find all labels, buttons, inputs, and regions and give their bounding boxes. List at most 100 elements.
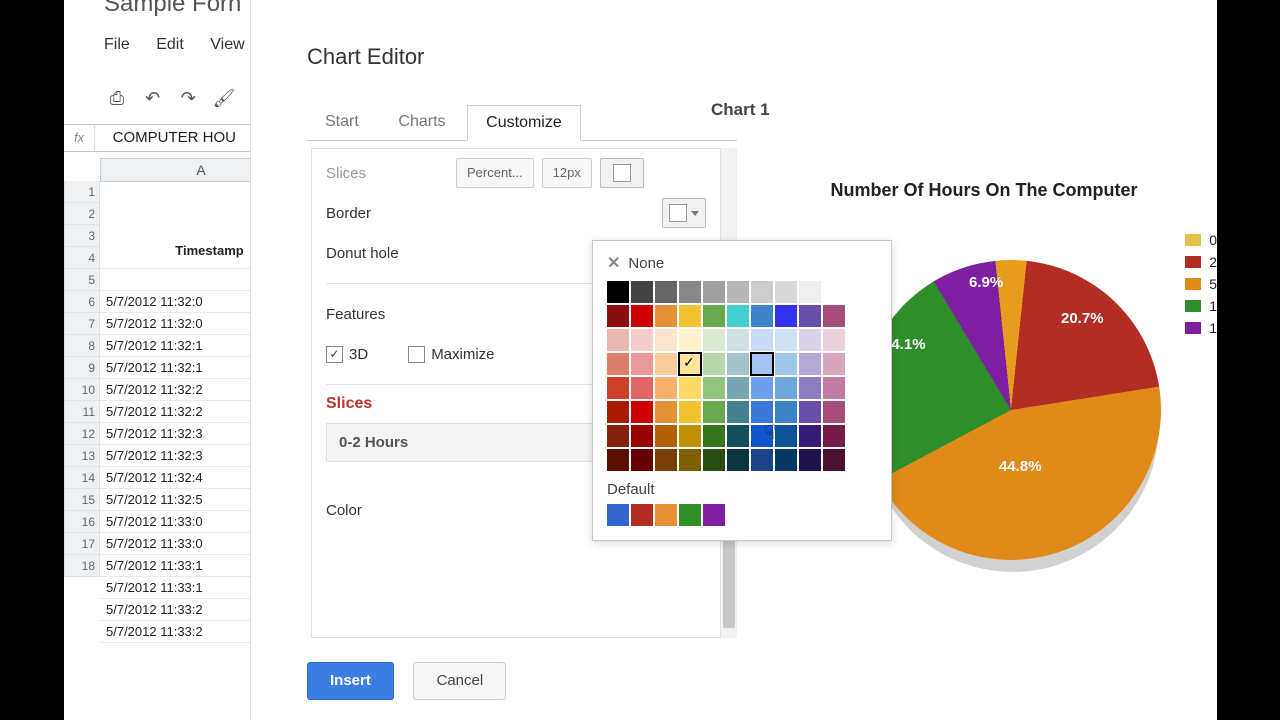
row-header[interactable]: 8 xyxy=(64,335,100,357)
color-swatch[interactable] xyxy=(631,425,653,447)
document-title[interactable]: Sample Forn xyxy=(104,0,241,18)
color-swatch[interactable] xyxy=(751,425,773,447)
color-swatch[interactable] xyxy=(655,353,677,375)
color-swatch[interactable] xyxy=(631,281,653,303)
slice-label-mode-dropdown[interactable]: Percent... xyxy=(456,158,534,188)
row-header[interactable]: 4 xyxy=(64,247,100,269)
color-swatch[interactable] xyxy=(823,425,845,447)
color-swatch[interactable] xyxy=(799,377,821,399)
color-swatch[interactable] xyxy=(679,305,701,327)
color-swatch[interactable] xyxy=(655,281,677,303)
color-swatch[interactable] xyxy=(631,329,653,351)
color-swatch[interactable] xyxy=(751,401,773,423)
color-swatch[interactable] xyxy=(679,377,701,399)
row-header[interactable]: 13 xyxy=(64,445,100,467)
color-swatch[interactable] xyxy=(823,449,845,471)
color-swatch[interactable] xyxy=(655,449,677,471)
color-swatch[interactable] xyxy=(631,377,653,399)
color-swatch[interactable] xyxy=(655,401,677,423)
color-swatch[interactable] xyxy=(799,401,821,423)
color-swatch[interactable] xyxy=(727,425,749,447)
color-swatch[interactable] xyxy=(775,425,797,447)
default-color-swatch[interactable] xyxy=(607,504,629,526)
color-swatch[interactable] xyxy=(607,329,629,351)
slice-font-color-button[interactable] xyxy=(600,158,644,188)
color-swatch[interactable] xyxy=(607,305,629,327)
color-swatch[interactable] xyxy=(655,377,677,399)
color-swatch[interactable] xyxy=(679,425,701,447)
feature-3d-checkbox[interactable]: ✓3D xyxy=(326,346,368,363)
color-swatch[interactable] xyxy=(751,377,773,399)
color-swatch[interactable] xyxy=(703,329,725,351)
row-header[interactable]: 15 xyxy=(64,489,100,511)
default-color-swatch[interactable] xyxy=(631,504,653,526)
menu-view[interactable]: View xyxy=(210,36,244,53)
color-swatch[interactable] xyxy=(823,377,845,399)
color-swatch[interactable] xyxy=(751,329,773,351)
row-header[interactable]: 16 xyxy=(64,511,100,533)
color-swatch[interactable] xyxy=(727,329,749,351)
menu-file[interactable]: File xyxy=(104,36,130,53)
row-header[interactable]: 2 xyxy=(64,203,100,225)
color-swatch[interactable] xyxy=(823,305,845,327)
tab-start[interactable]: Start xyxy=(307,105,377,139)
color-swatch[interactable] xyxy=(799,329,821,351)
color-swatch[interactable] xyxy=(703,281,725,303)
default-color-swatch[interactable] xyxy=(679,504,701,526)
color-swatch[interactable] xyxy=(799,449,821,471)
color-swatch[interactable] xyxy=(775,305,797,327)
menu-edit[interactable]: Edit xyxy=(156,36,184,53)
tab-customize[interactable]: Customize xyxy=(467,105,581,141)
color-swatch[interactable] xyxy=(703,425,725,447)
row-header[interactable]: 11 xyxy=(64,401,100,423)
border-color-button[interactable] xyxy=(662,198,706,228)
color-swatch[interactable] xyxy=(607,425,629,447)
print-icon[interactable]: ⎙ xyxy=(104,86,130,110)
color-swatch[interactable] xyxy=(727,353,749,375)
color-swatch[interactable] xyxy=(607,377,629,399)
color-swatch[interactable] xyxy=(751,449,773,471)
color-swatch[interactable] xyxy=(631,305,653,327)
color-swatch[interactable] xyxy=(751,281,773,303)
color-swatch[interactable] xyxy=(607,449,629,471)
color-swatch[interactable] xyxy=(823,329,845,351)
color-swatch[interactable] xyxy=(703,401,725,423)
color-swatch[interactable] xyxy=(823,281,845,303)
color-swatch[interactable] xyxy=(727,377,749,399)
paint-format-icon[interactable]: 🖌 xyxy=(211,86,237,110)
fx-value[interactable]: COMPUTER HOU xyxy=(99,125,236,151)
row-header[interactable]: 18 xyxy=(64,555,100,577)
color-swatch[interactable] xyxy=(655,425,677,447)
row-header[interactable]: 14 xyxy=(64,467,100,489)
color-swatch[interactable] xyxy=(607,401,629,423)
cancel-button[interactable]: Cancel xyxy=(413,662,506,700)
color-swatch[interactable] xyxy=(703,449,725,471)
color-swatch[interactable] xyxy=(679,449,701,471)
row-header[interactable]: 10 xyxy=(64,379,100,401)
color-swatch[interactable] xyxy=(631,449,653,471)
redo-icon[interactable]: ↷ xyxy=(175,86,201,110)
color-swatch[interactable] xyxy=(703,353,725,375)
color-swatch[interactable] xyxy=(631,353,653,375)
color-swatch[interactable] xyxy=(799,305,821,327)
color-swatch[interactable] xyxy=(607,353,629,375)
color-none-option[interactable]: ✕ None xyxy=(607,253,877,273)
row-header[interactable]: 6 xyxy=(64,291,100,313)
slice-font-size-dropdown[interactable]: 12px xyxy=(542,158,592,188)
color-swatch[interactable] xyxy=(679,353,701,375)
color-swatch[interactable] xyxy=(703,305,725,327)
color-swatch[interactable] xyxy=(823,401,845,423)
tab-charts[interactable]: Charts xyxy=(380,105,463,139)
insert-button[interactable]: Insert xyxy=(307,662,394,700)
color-swatch[interactable] xyxy=(799,353,821,375)
feature-maximize-checkbox[interactable]: Maximize xyxy=(408,346,494,363)
row-header[interactable]: 9 xyxy=(64,357,100,379)
color-swatch[interactable] xyxy=(727,281,749,303)
color-swatch[interactable] xyxy=(775,449,797,471)
color-swatch[interactable] xyxy=(607,281,629,303)
color-swatch[interactable] xyxy=(799,425,821,447)
row-header[interactable]: 12 xyxy=(64,423,100,445)
row-header[interactable]: 3 xyxy=(64,225,100,247)
color-swatch[interactable] xyxy=(727,449,749,471)
color-swatch[interactable] xyxy=(775,401,797,423)
